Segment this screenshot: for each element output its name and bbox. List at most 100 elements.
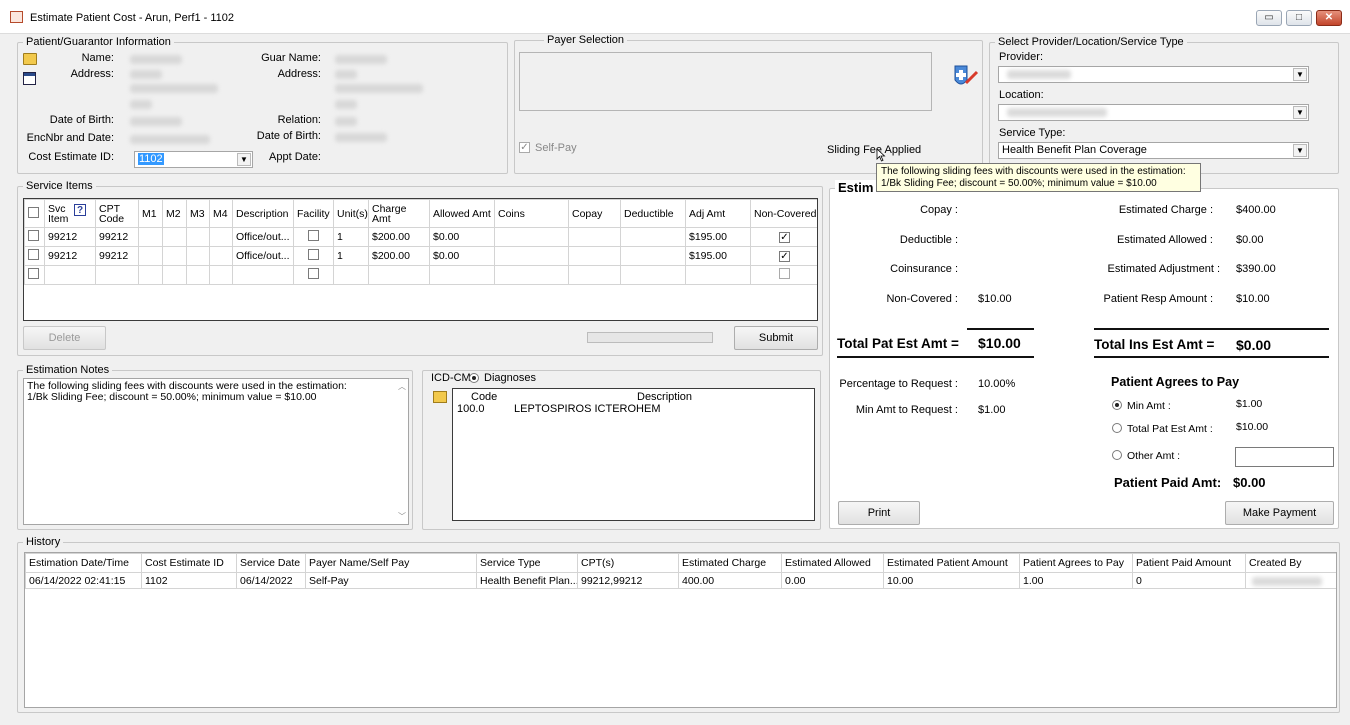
diagnoses-list[interactable]: Code Description 100.0 LEPTOSPIROS ICTER…	[452, 388, 815, 521]
history-service-type-cell[interactable]: Health Benefit Plan...	[476, 572, 578, 589]
min-amt-radio[interactable]	[1112, 400, 1122, 410]
deductible-cell[interactable]	[620, 265, 686, 285]
units-cell[interactable]	[333, 265, 369, 285]
charge-cell[interactable]	[368, 265, 430, 285]
non-covered-checkbox[interactable]	[779, 268, 790, 279]
payer-list[interactable]	[519, 52, 932, 111]
submit-button[interactable]: Submit	[734, 326, 818, 350]
allowed-cell[interactable]: $0.00	[429, 227, 495, 247]
history-row[interactable]: 06/14/2022 02:41:15 1102 06/14/2022 Self…	[25, 572, 1336, 589]
copay-cell[interactable]	[568, 265, 621, 285]
row-checkbox[interactable]	[28, 230, 39, 241]
scroll-down-icon[interactable]: ﹀	[398, 511, 406, 522]
history-service-date-header[interactable]: Service Date	[236, 553, 306, 573]
coins-cell[interactable]	[494, 265, 569, 285]
table-row-new[interactable]	[24, 265, 817, 285]
print-button[interactable]: Print	[838, 501, 920, 525]
estimation-notes-textarea[interactable]: The following sliding fees with discount…	[23, 378, 409, 525]
m2-cell[interactable]	[162, 246, 187, 266]
diagnoses-radio[interactable]	[469, 373, 479, 383]
m1-cell[interactable]	[138, 265, 163, 285]
self-pay-checkbox[interactable]: ✓	[519, 142, 530, 153]
history-est-charge-header[interactable]: Estimated Charge	[678, 553, 782, 573]
insurance-shield-icon[interactable]	[949, 62, 979, 92]
history-est-patient-cell[interactable]: 10.00	[883, 572, 1020, 589]
units-cell[interactable]: 1	[333, 246, 369, 266]
description-cell[interactable]	[232, 265, 294, 285]
m2-cell[interactable]	[162, 227, 187, 247]
history-payer-cell[interactable]: Self-Pay	[305, 572, 477, 589]
history-payer-header[interactable]: Payer Name/Self Pay	[305, 553, 477, 573]
notes-icon[interactable]	[23, 72, 36, 85]
deductible-cell[interactable]	[620, 227, 686, 247]
history-est-patient-header[interactable]: Estimated Patient Amount	[883, 553, 1020, 573]
m1-cell[interactable]	[138, 246, 163, 266]
m3-cell[interactable]	[186, 246, 210, 266]
history-service-type-header[interactable]: Service Type	[476, 553, 578, 573]
table-row[interactable]: 99212 99212 Office/out... 1 $200.00 $0.0…	[24, 227, 817, 247]
row-checkbox[interactable]	[28, 268, 39, 279]
units-cell[interactable]: 1	[333, 227, 369, 247]
history-date-cell[interactable]: 06/14/2022 02:41:15	[25, 572, 142, 589]
cpt-code-cell[interactable]: 99212	[95, 227, 139, 247]
history-est-charge-cell[interactable]: 400.00	[678, 572, 782, 589]
provider-select[interactable]: ▼	[998, 66, 1309, 83]
select-all-header[interactable]	[24, 199, 45, 228]
coins-cell[interactable]	[494, 246, 569, 266]
facility-checkbox[interactable]	[308, 268, 319, 279]
charge-cell[interactable]: $200.00	[368, 227, 430, 247]
m4-cell[interactable]	[209, 246, 233, 266]
history-id-header[interactable]: Cost Estimate ID	[141, 553, 237, 573]
description-cell[interactable]: Office/out...	[232, 246, 294, 266]
service-type-select[interactable]: Health Benefit Plan Coverage ▼	[998, 142, 1309, 159]
coins-cell[interactable]	[494, 227, 569, 247]
charge-cell[interactable]: $200.00	[368, 246, 430, 266]
m2-cell[interactable]	[162, 265, 187, 285]
copay-cell[interactable]	[568, 246, 621, 266]
adj-amt-cell[interactable]: $195.00	[685, 246, 751, 266]
adj-amt-cell[interactable]	[685, 265, 751, 285]
close-button[interactable]: ✕	[1316, 10, 1342, 26]
history-est-allowed-header[interactable]: Estimated Allowed	[781, 553, 884, 573]
history-created-by-header[interactable]: Created By	[1245, 553, 1336, 573]
description-cell[interactable]: Office/out...	[232, 227, 294, 247]
history-paid-header[interactable]: Patient Paid Amount	[1132, 553, 1246, 573]
history-agrees-cell[interactable]: 1.00	[1019, 572, 1133, 589]
svc-item-cell[interactable]: 99212	[44, 246, 96, 266]
select-all-checkbox[interactable]	[28, 206, 39, 218]
minimize-button[interactable]: ▭	[1256, 10, 1282, 26]
history-created-by-cell[interactable]	[1245, 572, 1336, 589]
m3-cell[interactable]	[186, 227, 210, 247]
history-id-cell[interactable]: 1102	[141, 572, 237, 589]
non-covered-checkbox[interactable]: ✓	[779, 232, 790, 243]
table-row[interactable]: 99212 99212 Office/out... 1 $200.00 $0.0…	[24, 246, 817, 266]
history-service-date-cell[interactable]: 06/14/2022	[236, 572, 306, 589]
history-agrees-header[interactable]: Patient Agrees to Pay	[1019, 553, 1133, 573]
history-est-allowed-cell[interactable]: 0.00	[781, 572, 884, 589]
help-icon[interactable]: ?	[74, 203, 86, 216]
svc-item-cell[interactable]: 99212	[44, 227, 96, 247]
row-checkbox[interactable]	[28, 249, 39, 260]
history-paid-cell[interactable]: 0	[1132, 572, 1246, 589]
m3-cell[interactable]	[186, 265, 210, 285]
cpt-code-cell[interactable]: 99212	[95, 246, 139, 266]
m4-cell[interactable]	[209, 265, 233, 285]
history-date-header[interactable]: Estimation Date/Time	[25, 553, 142, 573]
non-covered-checkbox[interactable]: ✓	[779, 251, 790, 262]
make-payment-button[interactable]: Make Payment	[1225, 501, 1334, 525]
history-cpt-cell[interactable]: 99212,99212	[577, 572, 679, 589]
location-select[interactable]: ▼	[998, 104, 1309, 121]
copay-cell[interactable]	[568, 227, 621, 247]
delete-button[interactable]: Delete	[23, 326, 106, 350]
diagnosis-description[interactable]: LEPTOSPIROS ICTEROHEM	[514, 403, 661, 415]
open-folder-icon[interactable]	[433, 391, 447, 403]
history-cpt-header[interactable]: CPT(s)	[577, 553, 679, 573]
allowed-cell[interactable]	[429, 265, 495, 285]
m4-cell[interactable]	[209, 227, 233, 247]
cpt-code-cell[interactable]	[95, 265, 139, 285]
open-folder-icon[interactable]	[23, 53, 37, 65]
m1-cell[interactable]	[138, 227, 163, 247]
scroll-up-icon[interactable]: ︿	[398, 381, 406, 392]
deductible-cell[interactable]	[620, 246, 686, 266]
maximize-button[interactable]: □	[1286, 10, 1312, 26]
